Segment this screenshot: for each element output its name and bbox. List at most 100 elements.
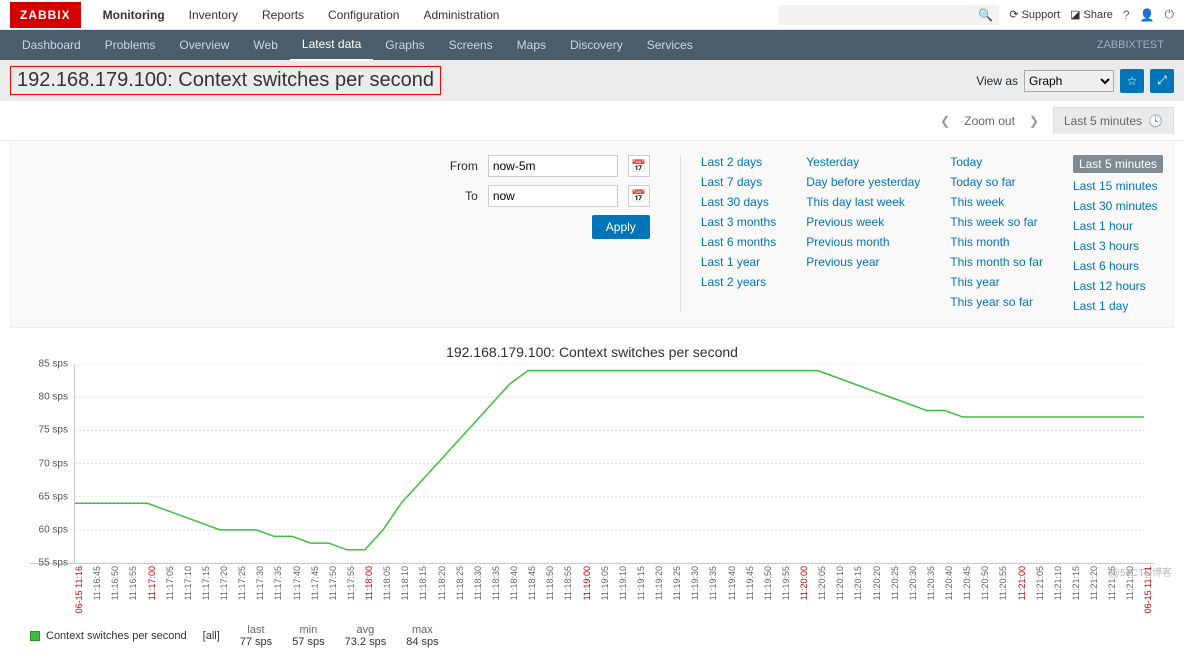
preset-link[interactable]: Last 1 hour xyxy=(1073,219,1163,233)
preset-link[interactable]: Previous month xyxy=(806,235,920,249)
preset-link[interactable]: Previous week xyxy=(806,215,920,229)
subnav-problems[interactable]: Problems xyxy=(93,30,168,60)
x-tick-label: 11:18:55 xyxy=(563,566,573,600)
zoom-out-link[interactable]: Zoom out xyxy=(964,114,1015,128)
next-icon[interactable]: ❯ xyxy=(1029,114,1039,128)
preset-link[interactable]: Last 15 minutes xyxy=(1073,179,1163,193)
to-input[interactable] xyxy=(488,185,618,207)
preset-link[interactable]: Last 1 day xyxy=(1073,299,1163,313)
x-tick-label: 11:17:40 xyxy=(292,566,302,600)
x-tick-label: 11:20:50 xyxy=(980,566,990,600)
preset-link[interactable]: This week xyxy=(950,195,1043,209)
view-as-select[interactable]: Graph xyxy=(1024,70,1114,92)
x-tick-label: 11:17:55 xyxy=(346,566,356,600)
preset-link[interactable]: Last 3 hours xyxy=(1073,239,1163,253)
x-tick-label: 06-15 11:16 xyxy=(74,566,84,613)
legend-swatch xyxy=(30,631,40,641)
to-calendar-button[interactable]: 📅 xyxy=(628,185,650,207)
x-tick-label: 11:18:50 xyxy=(545,566,555,600)
subnav-discovery[interactable]: Discovery xyxy=(558,30,635,60)
nav-configuration[interactable]: Configuration xyxy=(316,0,411,30)
preset-link[interactable]: Last 3 months xyxy=(701,215,776,229)
preset-link[interactable]: Last 2 years xyxy=(701,275,776,289)
x-tick-label: 11:20:20 xyxy=(872,566,882,600)
y-tick-label: 60 sps xyxy=(39,524,68,535)
subnav-dashboard[interactable]: Dashboard xyxy=(10,30,93,60)
page-title: 192.168.179.100: Context switches per se… xyxy=(10,66,441,95)
from-calendar-button[interactable]: 📅 xyxy=(628,155,650,177)
nav-administration[interactable]: Administration xyxy=(411,0,511,30)
preset-link[interactable]: This week so far xyxy=(950,215,1043,229)
preset-link[interactable]: Today xyxy=(950,155,1043,169)
preset-link[interactable]: Previous year xyxy=(806,255,920,269)
preset-link[interactable]: Day before yesterday xyxy=(806,175,920,189)
x-tick-label: 11:17:05 xyxy=(165,566,175,600)
x-tick-label: 11:20:40 xyxy=(944,566,954,600)
server-name: ZABBIXTEST xyxy=(1097,39,1174,51)
nav-monitoring[interactable]: Monitoring xyxy=(91,0,177,30)
filter-form: From 📅 To 📅 Apply xyxy=(21,155,681,313)
preset-link[interactable]: Last 6 months xyxy=(701,235,776,249)
apply-button[interactable]: Apply xyxy=(592,215,650,239)
fullscreen-button[interactable]: ⤢ xyxy=(1150,69,1174,93)
graph-title: 192.168.179.100: Context switches per se… xyxy=(10,344,1174,360)
x-tick-label: 11:18:40 xyxy=(509,566,519,600)
preset-link[interactable]: Yesterday xyxy=(806,155,920,169)
logo: ZABBIX xyxy=(10,2,81,28)
preset-link[interactable]: Last 2 days xyxy=(701,155,776,169)
preset-link[interactable]: This year xyxy=(950,275,1043,289)
preset-link[interactable]: This month xyxy=(950,235,1043,249)
x-tick-label: 11:19:35 xyxy=(708,566,718,600)
subnav-graphs[interactable]: Graphs xyxy=(373,30,436,60)
x-tick-label: 11:16:55 xyxy=(128,566,138,600)
preset-link[interactable]: This month so far xyxy=(950,255,1043,269)
subnav-maps[interactable]: Maps xyxy=(505,30,558,60)
support-link[interactable]: ⟳Support xyxy=(1009,8,1060,21)
subnav-services[interactable]: Services xyxy=(635,30,705,60)
plot-area xyxy=(74,364,1144,563)
share-link[interactable]: ◪Share xyxy=(1070,8,1113,21)
help-icon[interactable]: ? xyxy=(1123,8,1130,22)
preset-link[interactable]: This day last week xyxy=(806,195,920,209)
x-tick-label: 11:19:05 xyxy=(600,566,610,600)
time-presets: Last 2 days Last 7 days Last 30 days Last 3… xyxy=(701,155,1163,313)
nav-inventory[interactable]: Inventory xyxy=(177,0,250,30)
preset-link[interactable]: This year so far xyxy=(950,295,1043,309)
prev-icon[interactable]: ❮ xyxy=(940,114,950,128)
x-tick-label: 11:17:45 xyxy=(310,566,320,600)
nav-reports[interactable]: Reports xyxy=(250,0,316,30)
view-as: View as Graph ☆ ⤢ xyxy=(976,69,1174,93)
from-input[interactable] xyxy=(488,155,618,177)
view-as-label: View as xyxy=(976,74,1018,88)
x-tick-label: 11:18:35 xyxy=(491,566,501,600)
top-bar: ZABBIX Monitoring Inventory Reports Conf… xyxy=(0,0,1184,30)
preset-link[interactable]: Last 7 days xyxy=(701,175,776,189)
x-tick-label: 11:19:40 xyxy=(727,566,737,600)
subnav-overview[interactable]: Overview xyxy=(167,30,241,60)
preset-link[interactable]: Today so far xyxy=(950,175,1043,189)
preset-link[interactable]: Last 30 days xyxy=(701,195,776,209)
clock-icon: 🕓 xyxy=(1148,114,1163,128)
share-icon: ◪ xyxy=(1070,8,1080,21)
x-tick-label: 11:16:45 xyxy=(92,566,102,600)
user-icon[interactable]: 👤 xyxy=(1140,8,1155,22)
time-range-tab[interactable]: Last 5 minutes 🕓 xyxy=(1053,107,1174,134)
power-icon[interactable]: ⏻ xyxy=(1165,7,1175,22)
subnav-web[interactable]: Web xyxy=(241,30,289,60)
preset-link[interactable]: Last 12 hours xyxy=(1073,279,1163,293)
x-tick-label: 11:17:35 xyxy=(273,566,283,600)
preset-link[interactable]: Last 30 minutes xyxy=(1073,199,1163,213)
x-tick-label: 11:20:05 xyxy=(817,566,827,600)
graph: 55 sps60 sps65 sps70 sps75 sps80 sps85 s… xyxy=(30,364,1154,564)
subnav-latest-data[interactable]: Latest data xyxy=(290,29,373,61)
subnav-screens[interactable]: Screens xyxy=(437,30,505,60)
x-tick-label: 11:19:10 xyxy=(618,566,628,600)
favorite-button[interactable]: ☆ xyxy=(1120,69,1144,93)
x-tick-label: 11:21:15 xyxy=(1071,566,1081,600)
preset-link[interactable]: Last 5 minutes xyxy=(1073,155,1163,173)
preset-link[interactable]: Last 6 hours xyxy=(1073,259,1163,273)
x-tick-label: 11:18:20 xyxy=(437,566,447,600)
x-tick-label: 11:17:10 xyxy=(183,566,193,600)
preset-link[interactable]: Last 1 year xyxy=(701,255,776,269)
search-input[interactable]: 🔍 xyxy=(779,5,999,25)
